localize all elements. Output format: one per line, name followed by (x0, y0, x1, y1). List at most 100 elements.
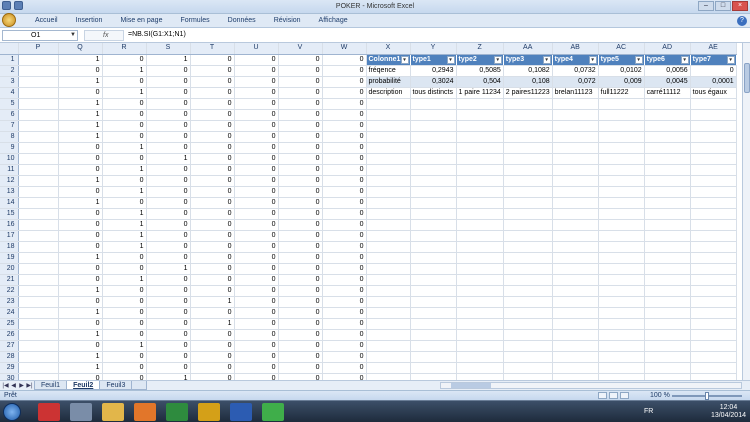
cell[interactable] (18, 296, 59, 308)
cell[interactable] (456, 120, 504, 132)
cell[interactable]: 0 (322, 65, 367, 77)
cell[interactable]: 0 (278, 131, 323, 143)
cell[interactable] (552, 296, 599, 308)
cell[interactable] (18, 65, 59, 77)
column-header[interactable]: AC (598, 43, 645, 55)
cell[interactable] (690, 351, 737, 363)
column-header[interactable]: W (322, 43, 367, 55)
cell[interactable] (456, 131, 504, 143)
cell[interactable] (690, 296, 737, 308)
cell[interactable]: 1 (190, 318, 235, 330)
cell[interactable] (18, 153, 59, 165)
cell[interactable]: 1 (102, 186, 147, 198)
cell[interactable] (18, 186, 59, 198)
cell[interactable]: 0 (322, 307, 367, 319)
cell[interactable] (456, 175, 504, 187)
cell[interactable] (552, 340, 599, 352)
cell[interactable]: 0 (234, 263, 279, 275)
cell[interactable] (503, 351, 553, 363)
cell[interactable]: 1 (58, 362, 103, 374)
cell[interactable]: 0 (190, 373, 235, 380)
cell[interactable] (644, 98, 691, 110)
cell[interactable] (598, 197, 645, 209)
spotify-icon[interactable] (262, 403, 284, 421)
cell[interactable] (18, 87, 59, 99)
cell[interactable]: 0 (190, 76, 235, 88)
cell[interactable] (598, 208, 645, 220)
cell[interactable]: 0 (234, 208, 279, 220)
filter-dropdown-icon[interactable]: ▾ (446, 55, 455, 64)
filter-dropdown-icon[interactable]: ▾ (634, 55, 643, 64)
vertical-scrollbar[interactable] (742, 43, 750, 380)
cell[interactable]: 2 paires11223 (503, 87, 553, 99)
zoom-level[interactable]: 100 % (650, 392, 670, 399)
cell[interactable] (690, 252, 737, 264)
cell[interactable]: 0,0045 (644, 76, 691, 88)
cell[interactable]: 0 (102, 351, 147, 363)
cell[interactable] (598, 274, 645, 286)
chevron-down-icon[interactable]: ▼ (70, 32, 76, 38)
cell[interactable]: 0 (234, 98, 279, 110)
cell[interactable] (503, 120, 553, 132)
cell[interactable]: 0 (278, 87, 323, 99)
cell[interactable]: 0 (234, 142, 279, 154)
row-header[interactable]: 28 (0, 351, 19, 363)
cell[interactable] (644, 186, 691, 198)
cell[interactable]: 0 (234, 87, 279, 99)
cell[interactable] (18, 164, 59, 176)
cell[interactable] (552, 197, 599, 209)
insert-sheet-icon[interactable] (131, 381, 148, 390)
cell[interactable] (503, 164, 553, 176)
cell[interactable]: 0 (278, 164, 323, 176)
cell[interactable] (644, 164, 691, 176)
cell[interactable] (598, 230, 645, 242)
cell[interactable]: 0 (278, 373, 323, 380)
cell[interactable]: 0 (278, 274, 323, 286)
cell[interactable] (503, 98, 553, 110)
cell[interactable]: 0 (102, 98, 147, 110)
cell[interactable] (18, 175, 59, 187)
cell[interactable] (644, 329, 691, 341)
row-header[interactable]: 15 (0, 208, 19, 220)
cell[interactable] (644, 274, 691, 286)
cell[interactable] (552, 219, 599, 231)
cell[interactable] (366, 186, 411, 198)
sheet-tab[interactable]: Feuil1 (34, 381, 68, 390)
ie-icon[interactable] (70, 403, 92, 421)
cell[interactable]: 0 (190, 120, 235, 132)
cell[interactable] (366, 230, 411, 242)
cell[interactable] (552, 131, 599, 143)
cell[interactable] (552, 164, 599, 176)
cell[interactable]: 1 (102, 274, 147, 286)
cell[interactable] (503, 318, 553, 330)
cell[interactable]: 0 (102, 197, 147, 209)
cell[interactable]: 0 (322, 142, 367, 154)
cell[interactable] (552, 175, 599, 187)
cell[interactable]: 0 (58, 274, 103, 286)
cell[interactable] (552, 208, 599, 220)
row-header[interactable]: 4 (0, 87, 19, 99)
cell[interactable] (690, 186, 737, 198)
cell[interactable]: 0 (190, 54, 235, 66)
column-header[interactable]: U (234, 43, 279, 55)
cell[interactable]: 0 (278, 65, 323, 77)
cell[interactable]: 0 (278, 307, 323, 319)
cell[interactable]: 0 (234, 252, 279, 264)
cell[interactable]: 0 (278, 109, 323, 121)
cell[interactable]: 1 (58, 76, 103, 88)
cell[interactable]: 0 (278, 175, 323, 187)
close-button[interactable]: × (732, 1, 748, 11)
row-header[interactable]: 29 (0, 362, 19, 374)
cell[interactable]: 0 (146, 197, 191, 209)
cell[interactable]: 0 (234, 318, 279, 330)
row-header[interactable]: 20 (0, 263, 19, 275)
row-header[interactable]: 27 (0, 340, 19, 352)
cell[interactable] (366, 197, 411, 209)
cell[interactable] (503, 307, 553, 319)
cell[interactable] (366, 340, 411, 352)
cell[interactable] (503, 131, 553, 143)
cell[interactable] (410, 263, 457, 275)
office-button[interactable] (2, 13, 16, 27)
ribbon-tab[interactable]: Formules (171, 17, 218, 24)
cell[interactable] (366, 219, 411, 231)
